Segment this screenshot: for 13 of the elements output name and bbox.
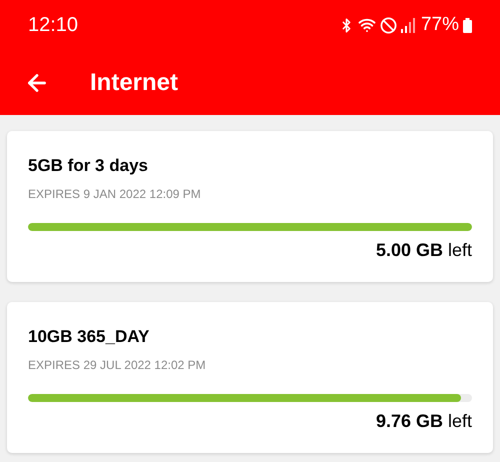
do-not-disturb-icon [380,16,397,34]
plan-name: 10GB 365_DAY [28,326,150,348]
expiry-date: EXPIRES 29 JUL 2022 12:02 PM [28,357,207,374]
wifi-icon [358,16,376,34]
status-time: 12:10 [28,13,78,38]
plan-name: 5GB for 3 days [28,155,149,177]
page-title: Internet [90,68,178,98]
expiry-date: EXPIRES 9 JAN 2022 12:09 PM [28,186,202,203]
signal-icon [400,18,415,32]
battery-icon [463,18,472,32]
data-remaining: 5.00 GB left [376,239,472,262]
data-remaining: 9.76 GB left [376,410,472,433]
battery-percent: 77% [420,12,459,37]
